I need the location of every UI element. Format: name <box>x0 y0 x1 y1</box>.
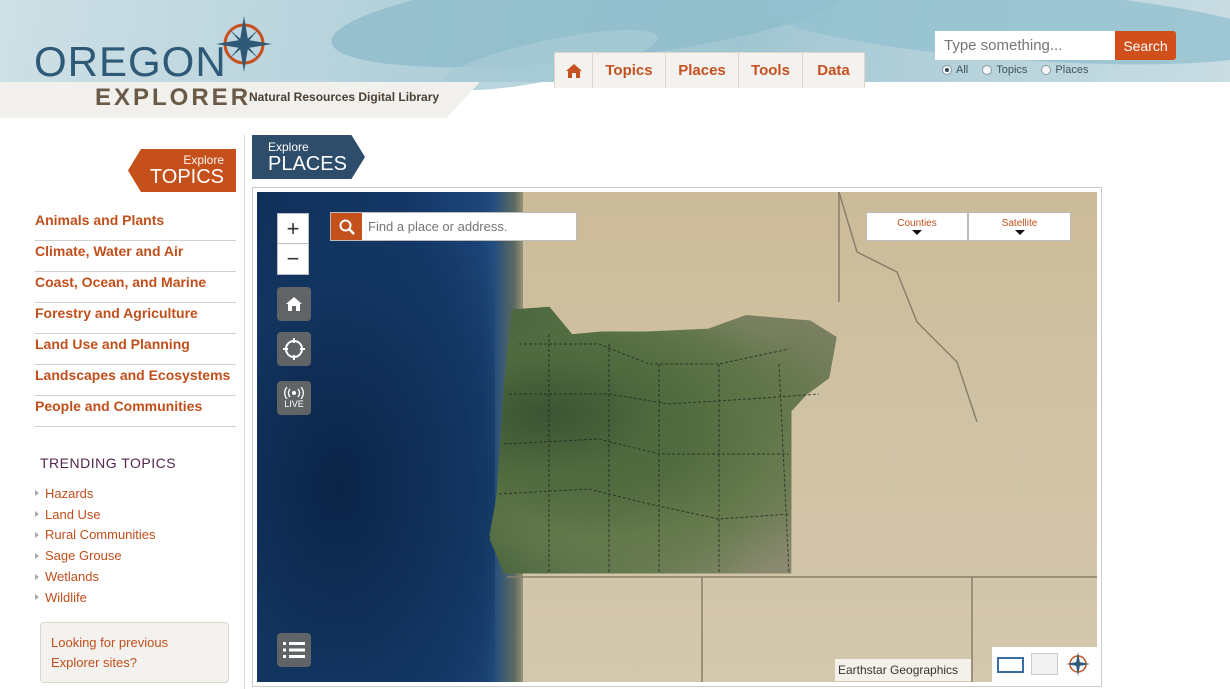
badge-small-label: Explore <box>268 140 309 154</box>
nav-places[interactable]: Places <box>666 53 739 88</box>
radio-icon <box>1041 65 1052 75</box>
logo-oregon-text[interactable]: OREGON <box>34 38 227 86</box>
bullet-arrow-icon <box>35 552 39 559</box>
map-home-button[interactable] <box>277 287 311 321</box>
map-search-button[interactable] <box>331 213 362 240</box>
bullet-arrow-icon <box>35 573 39 580</box>
home-icon <box>286 297 302 311</box>
counties-dropdown[interactable]: Counties <box>866 212 968 241</box>
nav-topics[interactable]: Topics <box>593 53 666 88</box>
category-link[interactable]: People and Communities <box>35 396 236 427</box>
radio-topics[interactable]: Topics <box>982 64 1027 76</box>
legend-button[interactable] <box>277 633 311 667</box>
list-icon <box>283 642 305 658</box>
radio-all[interactable]: All <box>942 64 968 76</box>
category-link[interactable]: Forestry and Agriculture <box>35 303 236 334</box>
map-search-input[interactable] <box>362 213 576 240</box>
topic-category-list: Animals and Plants Climate, Water and Ai… <box>35 210 236 427</box>
broadcast-icon <box>284 387 304 399</box>
site-search-button[interactable]: Search <box>1115 31 1176 60</box>
explore-topics-badge[interactable]: Explore TOPICS <box>128 149 236 192</box>
zoom-out-button[interactable]: − <box>278 244 308 274</box>
nav-home-button[interactable] <box>555 53 593 88</box>
badge-big-label: TOPICS <box>149 166 224 188</box>
logo-explorer-text: EXPLORER <box>95 84 252 111</box>
bullet-arrow-icon <box>35 594 39 601</box>
trending-link[interactable]: Rural Communities <box>35 525 156 546</box>
basemap-outline-button[interactable] <box>997 657 1024 673</box>
live-button[interactable]: LIVE <box>277 381 311 415</box>
zoom-control: + − <box>277 213 309 275</box>
site-header: OREGON EXPLORER Natural Resources Digita… <box>0 0 1230 118</box>
live-label: LIVE <box>284 399 304 409</box>
trending-link[interactable]: Land Use <box>35 504 156 525</box>
dropdown-label: Counties <box>897 218 937 229</box>
explore-places-badge: Explore PLACES <box>252 135 365 179</box>
map-search-box <box>330 212 577 241</box>
bullet-arrow-icon <box>35 531 39 538</box>
compass-icon[interactable] <box>1065 651 1091 677</box>
trending-topics-list: Hazards Land Use Rural Communities Sage … <box>35 483 156 608</box>
trending-topics-heading: TRENDING TOPICS <box>40 455 177 471</box>
badge-big-label: PLACES <box>268 153 347 175</box>
badge-small-label: Explore <box>183 153 224 167</box>
category-link[interactable]: Climate, Water and Air <box>35 241 236 272</box>
main-nav: Topics Places Tools Data <box>554 52 865 88</box>
nav-data[interactable]: Data <box>803 53 864 88</box>
sidebar-divider <box>244 135 245 689</box>
nav-tools[interactable]: Tools <box>739 53 803 88</box>
trending-link[interactable]: Wetlands <box>35 566 156 587</box>
category-link[interactable]: Landscapes and Ecosystems <box>35 365 236 396</box>
bullet-arrow-icon <box>35 511 39 518</box>
basemap-toggle-bar <box>992 647 1097 682</box>
crosshair-icon <box>283 338 305 360</box>
category-link[interactable]: Coast, Ocean, and Marine <box>35 272 236 303</box>
satellite-dropdown[interactable]: Satellite <box>968 212 1071 241</box>
county-boundaries <box>498 334 820 575</box>
previous-sites-link[interactable]: Looking for previous Explorer sites? <box>40 622 229 683</box>
trending-link[interactable]: Wildlife <box>35 587 156 608</box>
dropdown-label: Satellite <box>1001 218 1038 229</box>
trending-link[interactable]: Sage Grouse <box>35 545 156 566</box>
basemap-blank-button[interactable] <box>1031 653 1058 675</box>
compass-logo-icon <box>216 16 272 72</box>
search-icon <box>339 219 355 235</box>
caret-down-icon <box>1014 230 1025 235</box>
caret-down-icon <box>912 230 922 235</box>
category-link[interactable]: Animals and Plants <box>35 210 236 241</box>
map-view[interactable]: + − LIVE Counties Satellite <box>257 192 1097 682</box>
category-link[interactable]: Land Use and Planning <box>35 334 236 365</box>
map-attribution: Earthstar Geographics <box>835 659 971 681</box>
site-search-input[interactable] <box>935 31 1115 60</box>
home-icon <box>565 63 582 78</box>
logo-subtitle: Natural Resources Digital Library <box>249 90 440 104</box>
zoom-in-button[interactable]: + <box>278 214 308 244</box>
radio-icon <box>982 65 993 75</box>
locate-button[interactable] <box>277 332 311 366</box>
bullet-arrow-icon <box>35 490 39 497</box>
radio-places[interactable]: Places <box>1041 64 1088 76</box>
search-scope-radios: All Topics Places <box>942 64 1088 76</box>
radio-selected-icon <box>942 65 952 75</box>
trending-link[interactable]: Hazards <box>35 483 156 504</box>
